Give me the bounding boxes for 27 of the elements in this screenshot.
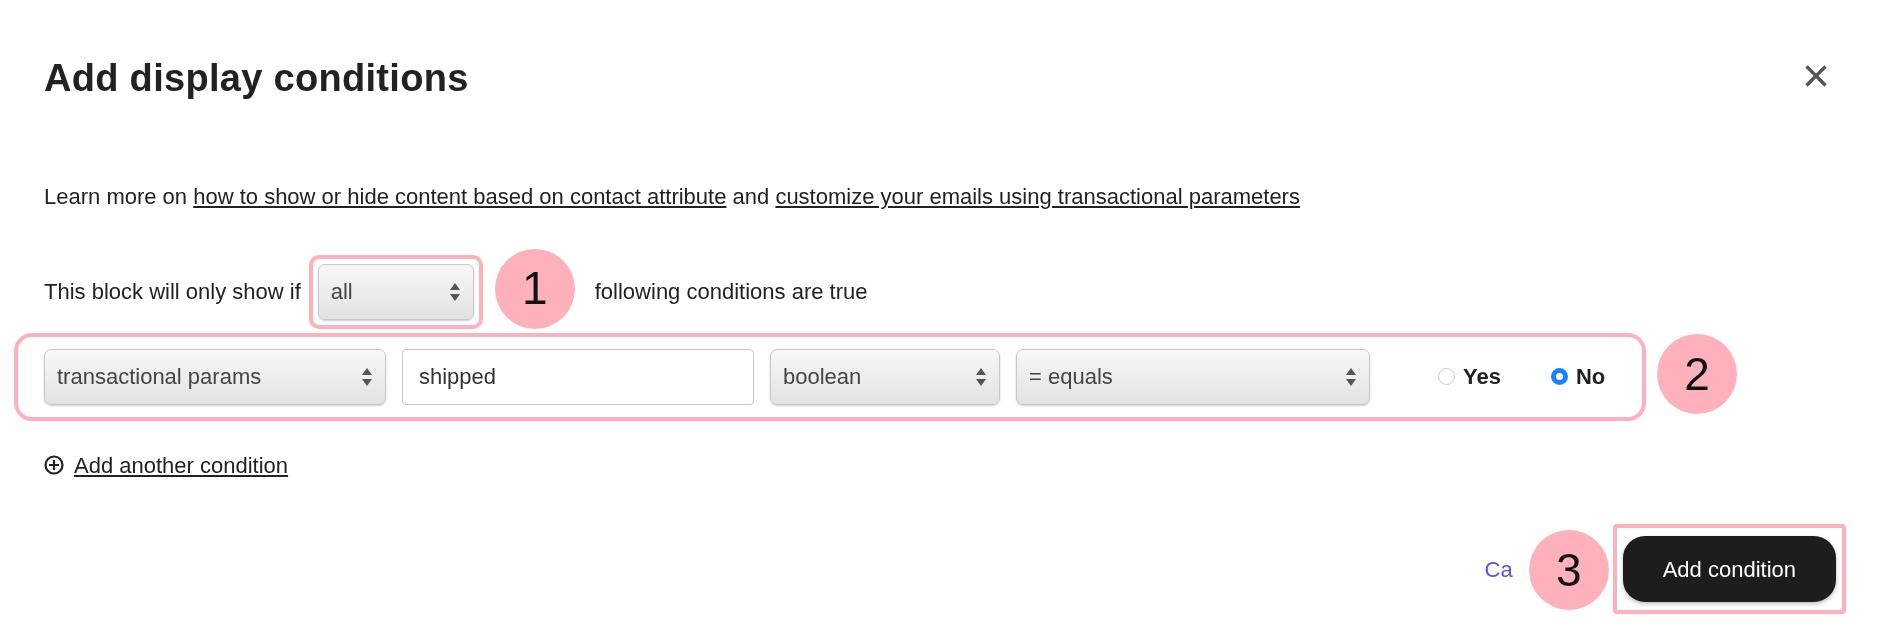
rule-text: This block will only show if [44,278,301,307]
dropdown[interactable]: boolean [770,348,1000,405]
intro-text: Learn more on how to show or hide content based on contact attribute and customize your emails using transactional parameters [44,182,1301,211]
updown-icon [1345,366,1357,387]
cancel-link[interactable]: Ca [1484,552,1513,586]
rule-text: following conditions are true [594,278,868,307]
close-button[interactable]: × [1801,52,1830,100]
text-field[interactable]: shipped [402,348,754,405]
dropdown[interactable]: = equals [1016,348,1370,405]
dropdown[interactable]: all [317,263,474,320]
radio-option[interactable]: Yes [1438,360,1501,394]
step-number-badge: 2 [1657,334,1737,414]
dropdown[interactable]: transactional params [44,348,386,405]
radio-button[interactable] [1550,368,1568,386]
step-number-badge: 3 [1528,530,1609,610]
updown-icon [975,366,987,387]
add-condition-link[interactable]: Add another condition [44,448,289,482]
updown-icon [448,281,461,302]
dialog-title: Add display conditions [44,56,469,101]
help-link[interactable]: how to show or hide content based on contact attribute [193,183,727,209]
help-link[interactable]: customize your emails using transactional parameters [775,183,1300,209]
plus-circle-icon [44,455,64,476]
step-number-badge: 1 [494,248,575,329]
radio-option[interactable]: No [1550,360,1606,394]
radio-button[interactable] [1438,368,1455,386]
add-condition-button[interactable]: Add condition [1622,536,1836,602]
updown-icon [361,366,373,387]
